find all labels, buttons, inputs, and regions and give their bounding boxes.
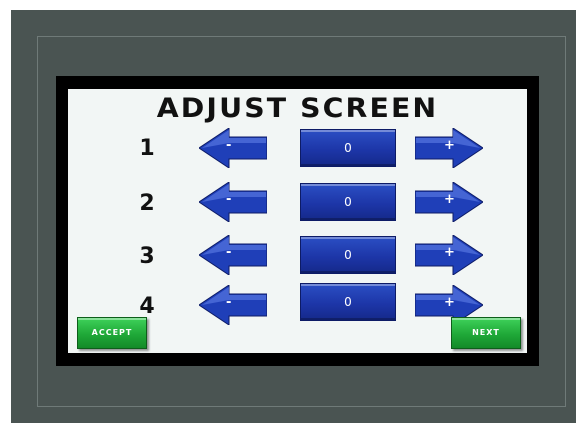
row-label-1: 1: [139, 136, 155, 161]
decrement-button-2[interactable]: -: [199, 182, 267, 222]
increment-button-3[interactable]: +: [415, 235, 483, 275]
left-arrow-icon: [199, 182, 267, 222]
row-label-3: 3: [139, 244, 155, 269]
value-display-3[interactable]: 0: [300, 236, 396, 274]
decrement-button-3[interactable]: -: [199, 235, 267, 275]
increment-label-4: +: [444, 295, 455, 310]
screen-frame: ADJUST SCREEN 1 - 0 + 2 - 0 + 3 - 0 + 4 …: [56, 76, 539, 366]
increment-label-3: +: [444, 245, 455, 260]
hmi-device-bezel: ADJUST SCREEN 1 - 0 + 2 - 0 + 3 - 0 + 4 …: [11, 10, 576, 423]
row-label-2: 2: [139, 191, 155, 216]
value-display-1[interactable]: 0: [300, 129, 396, 167]
decrement-label-3: -: [226, 245, 232, 260]
next-button[interactable]: NEXT: [451, 317, 521, 349]
decrement-label-4: -: [226, 295, 232, 310]
row-label-4: 4: [139, 294, 155, 319]
decrement-label-1: -: [226, 138, 232, 153]
value-display-4[interactable]: 0: [300, 283, 396, 321]
decrement-button-4[interactable]: -: [199, 285, 267, 325]
increment-button-1[interactable]: +: [415, 128, 483, 168]
left-arrow-icon: [199, 235, 267, 275]
increment-button-2[interactable]: +: [415, 182, 483, 222]
decrement-button-1[interactable]: -: [199, 128, 267, 168]
accept-button[interactable]: ACCEPT: [77, 317, 147, 349]
decrement-label-2: -: [226, 192, 232, 207]
touch-screen: ADJUST SCREEN 1 - 0 + 2 - 0 + 3 - 0 + 4 …: [68, 89, 527, 353]
increment-label-1: +: [444, 138, 455, 153]
value-display-2[interactable]: 0: [300, 183, 396, 221]
left-arrow-icon: [199, 285, 267, 325]
increment-label-2: +: [444, 192, 455, 207]
left-arrow-icon: [199, 128, 267, 168]
page-title: ADJUST SCREEN: [156, 93, 439, 124]
